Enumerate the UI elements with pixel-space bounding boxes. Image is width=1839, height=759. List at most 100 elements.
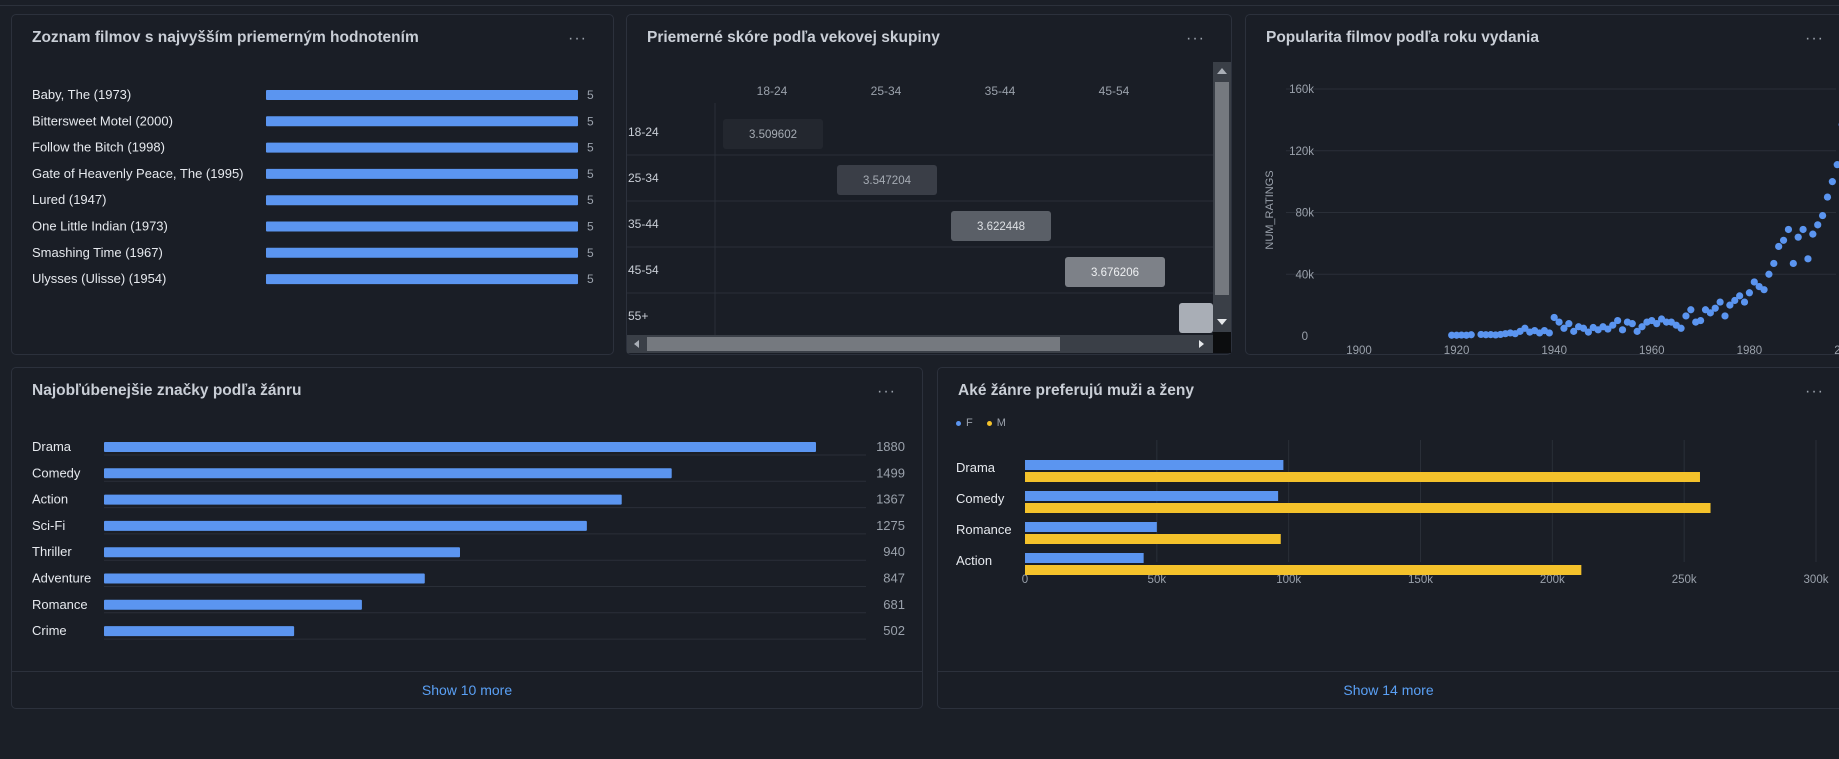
chart-legend: F M xyxy=(956,417,1006,429)
data-point xyxy=(1682,312,1690,320)
value-label: 1367 xyxy=(876,492,905,507)
panel-menu-button[interactable]: ··· xyxy=(568,30,587,48)
bar xyxy=(104,599,362,610)
category-label: Comedy xyxy=(956,491,1005,506)
x-tick-label: 150k xyxy=(1408,574,1433,586)
value-label: 1275 xyxy=(876,518,905,533)
data-point xyxy=(1828,178,1836,186)
panel-title: Zoznam filmov s najvyšším priemerným hod… xyxy=(32,29,419,46)
category-label: Bittersweet Motel (2000) xyxy=(32,113,173,128)
y-tick-label: 80k xyxy=(1295,208,1314,220)
data-point xyxy=(1760,286,1768,294)
category-label: Crime xyxy=(32,623,67,638)
scroll-left-icon[interactable] xyxy=(634,340,639,348)
genre-ratings-chart: Drama 1880 Comedy 1499 Action 1367 Sci-Fi 1275 T… xyxy=(32,439,905,640)
show-more-button[interactable]: Show 14 more xyxy=(938,682,1839,698)
y-tick-label: 160k xyxy=(1289,84,1314,96)
panel-title: Popularita filmov podľa roku vydania xyxy=(1266,29,1539,46)
row-header: 45-54 xyxy=(628,263,659,277)
scroll-down-icon[interactable] xyxy=(1217,319,1227,325)
legend-item-m[interactable]: M xyxy=(986,417,1006,429)
panel-menu-button[interactable]: ··· xyxy=(1805,30,1824,48)
panel-menu-button[interactable]: ··· xyxy=(1186,30,1205,48)
row-header: 18-24 xyxy=(628,125,659,139)
legend-item-f[interactable]: F xyxy=(956,417,973,429)
panel-menu-button[interactable]: ··· xyxy=(1805,383,1824,401)
data-point xyxy=(1618,326,1627,334)
column-header: 35-44 xyxy=(985,84,1016,98)
data-point xyxy=(1784,225,1793,234)
data-point xyxy=(1809,230,1817,238)
value-label: 502 xyxy=(883,623,905,638)
data-point xyxy=(1819,211,1827,220)
scroll-right-icon[interactable] xyxy=(1199,340,1204,348)
panel-menu-button[interactable]: ··· xyxy=(877,383,896,401)
category-label: Drama xyxy=(956,460,996,475)
gender-genres-panel: Aké žánre preferujú muži a ženy ··· F M … xyxy=(937,367,1839,709)
data-point xyxy=(1814,221,1822,229)
data-point xyxy=(1745,289,1753,297)
category-label: Gate of Heavenly Peace, The (1995) xyxy=(32,166,244,181)
vertical-scrollbar[interactable] xyxy=(1213,62,1231,332)
horizontal-scroll-thumb[interactable] xyxy=(647,337,1060,351)
top-movies-panel: Zoznam filmov s najvyšším priemerným hod… xyxy=(11,14,614,355)
panel-footer: Show 14 more xyxy=(938,671,1839,708)
category-label: Baby, The (1973) xyxy=(32,87,131,102)
bar xyxy=(104,547,460,558)
value-label: 681 xyxy=(883,597,905,612)
genre-ratings-panel: Najobľúbenejšie značky podľa žánru ··· D… xyxy=(11,367,923,709)
bar-f xyxy=(1025,553,1144,563)
data-point xyxy=(1736,292,1744,300)
data-point xyxy=(1545,329,1553,337)
x-tick-label: 2000 xyxy=(1834,345,1839,355)
bar xyxy=(104,520,587,531)
data-point xyxy=(1555,318,1563,326)
x-tick-label: 1960 xyxy=(1639,345,1665,355)
vertical-scroll-thumb[interactable] xyxy=(1215,82,1229,295)
value-label: 5 xyxy=(587,141,594,155)
cell-value: 3.622448 xyxy=(977,221,1025,233)
scrollbar-corner xyxy=(1213,332,1231,353)
x-tick-label: 50k xyxy=(1148,574,1167,586)
bar xyxy=(266,247,578,258)
category-label: Ulysses (Ulisse) (1954) xyxy=(32,271,166,286)
panel-footer: Show 10 more xyxy=(12,671,922,708)
bar xyxy=(104,494,622,505)
bar-f xyxy=(1025,522,1157,532)
column-header: 18-24 xyxy=(757,84,788,98)
panel-title: Priemerné skóre podľa vekovej skupiny xyxy=(647,29,940,46)
bar xyxy=(104,573,425,584)
data-point xyxy=(1740,298,1749,306)
gender-genres-chart: 0 50k 100k 150k 200k 250k 300k Drama Comedy Roman… xyxy=(956,440,1829,586)
data-point xyxy=(1794,233,1802,241)
x-tick-label: 200k xyxy=(1540,574,1565,586)
data-point xyxy=(1779,236,1788,244)
category-label: Romance xyxy=(32,597,88,612)
horizontal-scrollbar[interactable] xyxy=(627,335,1213,353)
bar xyxy=(266,90,578,100)
bar xyxy=(266,274,578,285)
bar xyxy=(266,116,578,127)
data-point xyxy=(1765,270,1773,278)
bar-m xyxy=(1025,472,1700,482)
scroll-up-icon[interactable] xyxy=(1217,68,1227,74)
y-tick-label: 0 xyxy=(1302,331,1308,343)
data-point xyxy=(1687,306,1695,314)
data-point xyxy=(1697,316,1705,325)
value-label: 5 xyxy=(587,167,594,181)
show-more-button[interactable]: Show 10 more xyxy=(12,682,922,698)
data-point xyxy=(1565,320,1573,328)
category-label: Smashing Time (1967) xyxy=(32,245,163,260)
cell-value: 3.547204 xyxy=(863,175,912,187)
data-point xyxy=(1770,259,1778,268)
bar-f xyxy=(1025,491,1279,501)
bar xyxy=(266,195,578,206)
value-label: 1880 xyxy=(876,439,905,454)
age-score-panel: Priemerné skóre podľa vekovej skupiny ··… xyxy=(626,14,1232,355)
value-label: 940 xyxy=(883,544,905,559)
popularity-scatter-chart: 0 40k 80k 120k 160k NUM_RATINGS 1900 1920 1940 19… xyxy=(1264,84,1839,355)
column-header: 25-34 xyxy=(871,84,902,98)
value-label: 5 xyxy=(587,88,594,102)
bar xyxy=(266,168,578,179)
category-label: Lured (1947) xyxy=(32,192,106,207)
